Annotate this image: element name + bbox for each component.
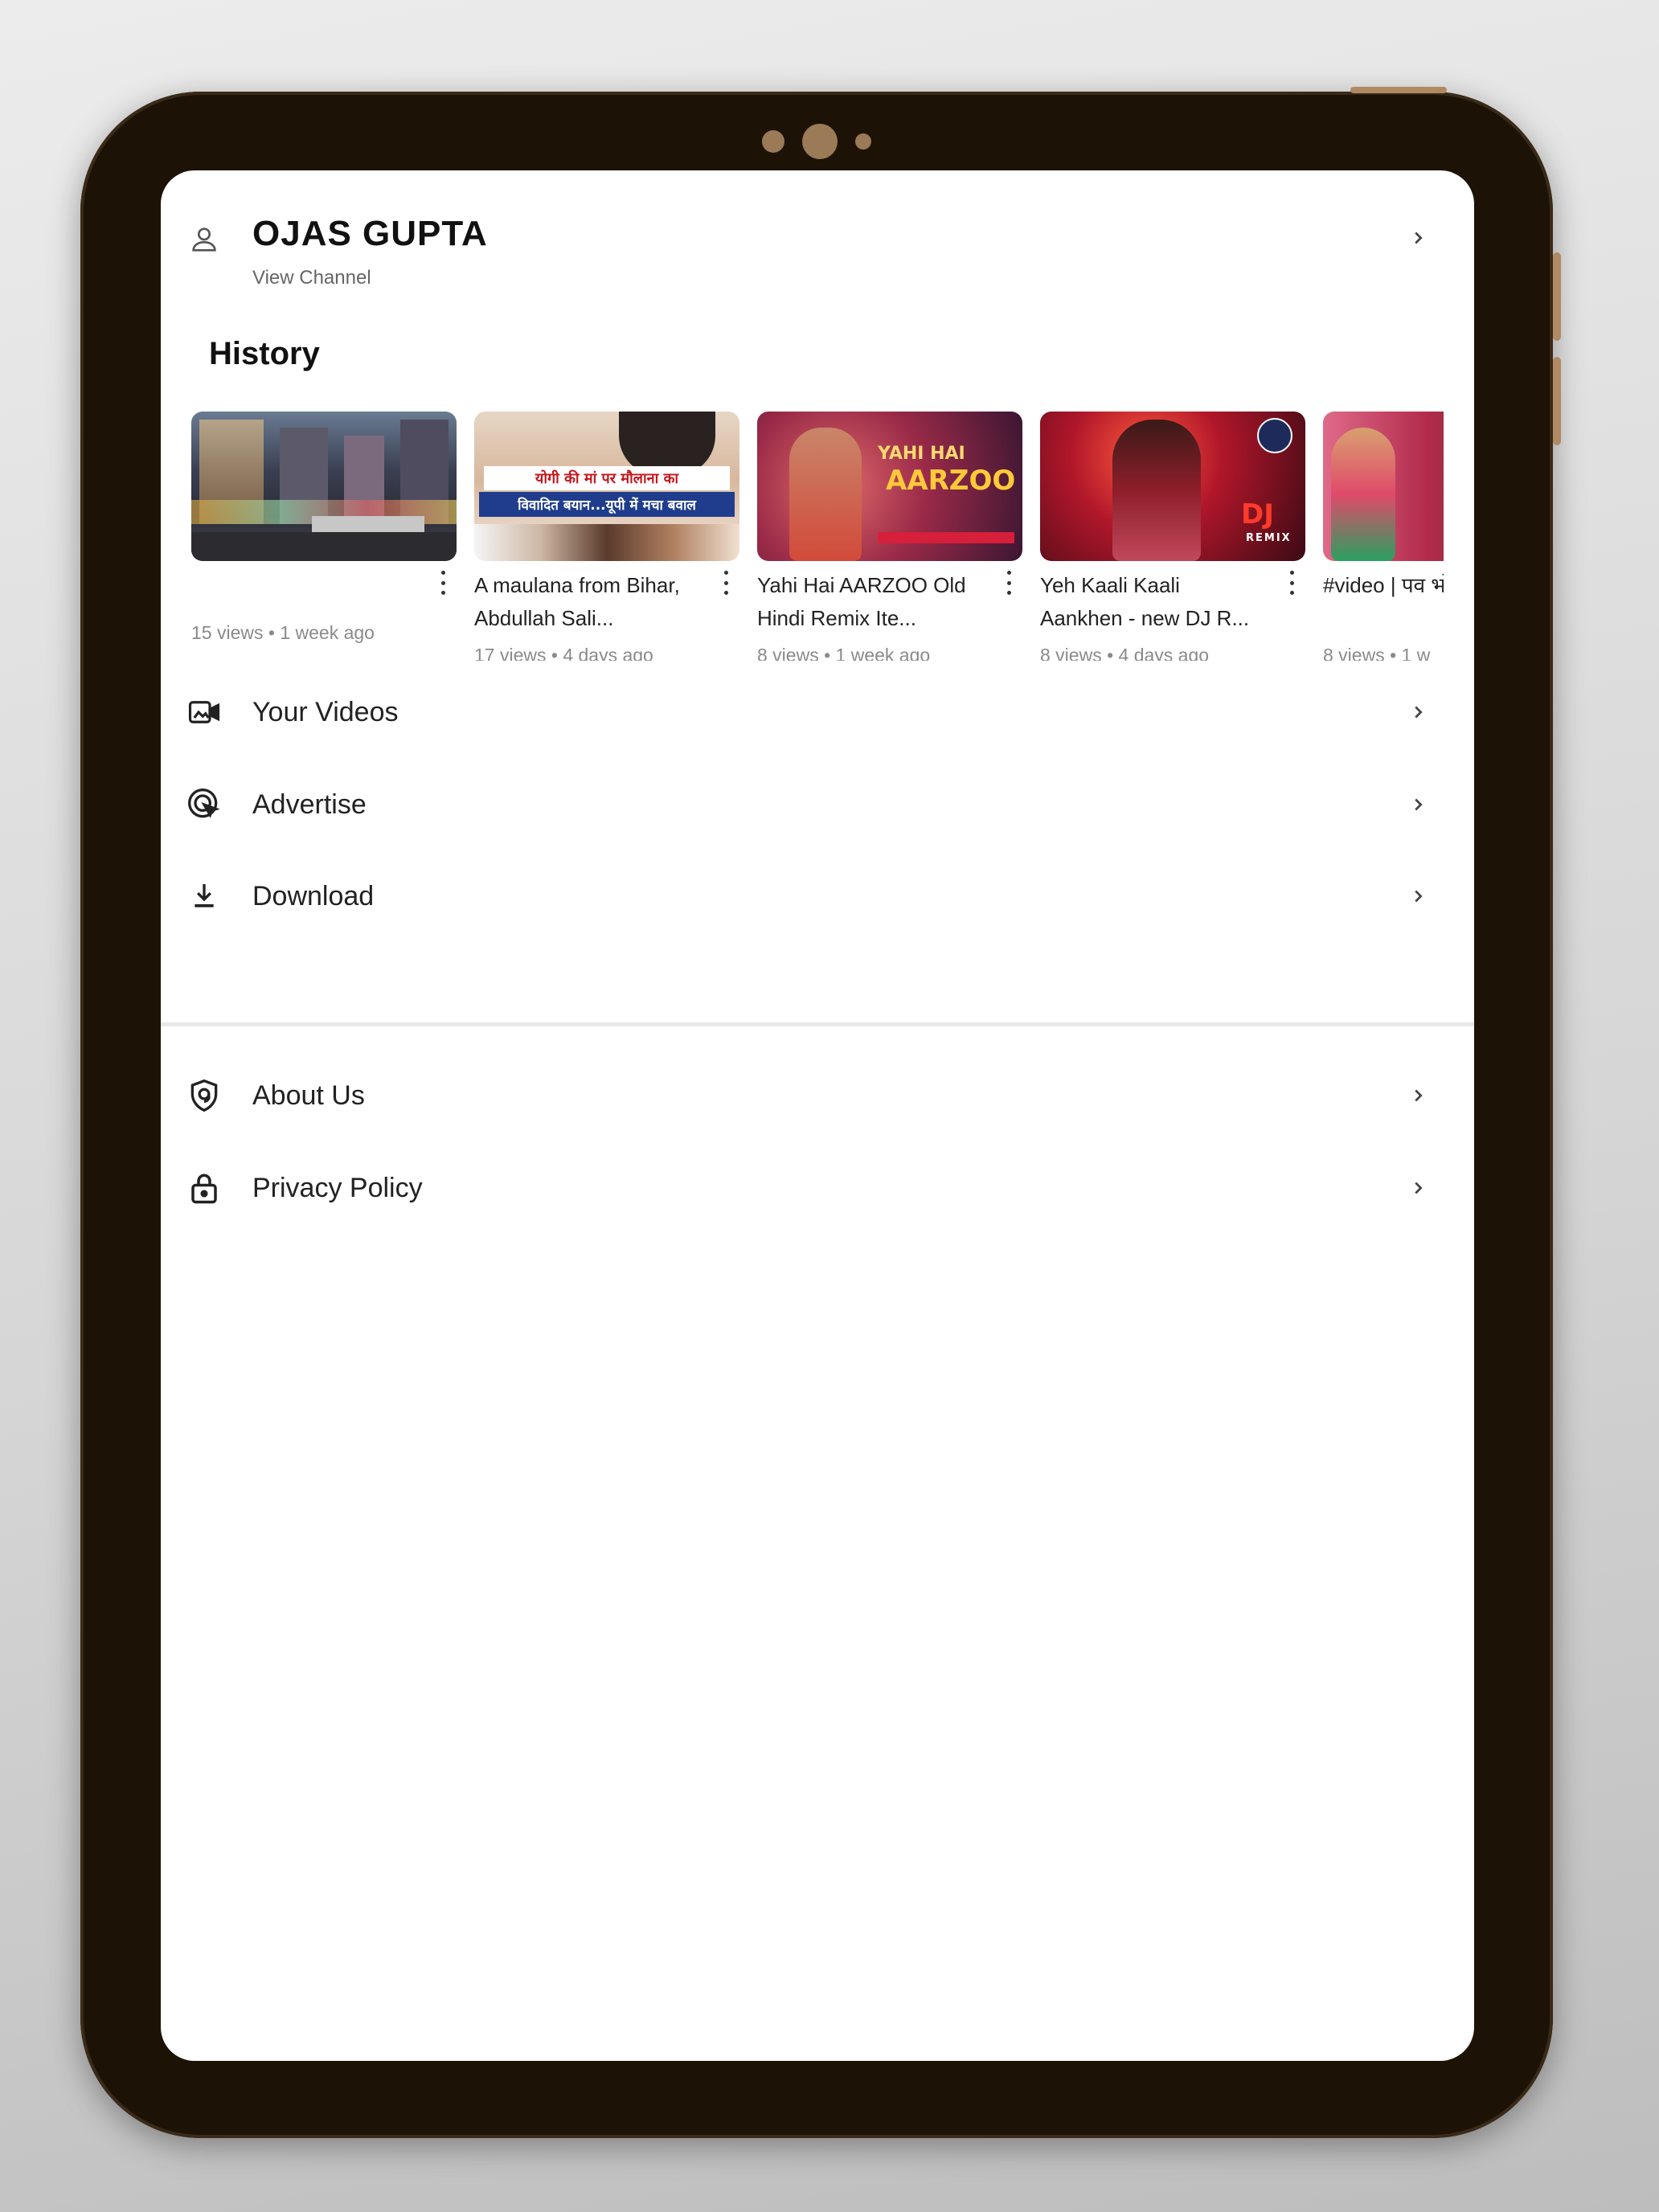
thumb-ground: [191, 532, 457, 561]
history-video-card[interactable]: योगी की मां पर मौलाना का विवादित बयान...…: [474, 412, 739, 661]
video-title: A maulana from Bihar, Abdullah Sali...: [474, 573, 680, 630]
more-vertical-icon[interactable]: [1286, 571, 1297, 595]
more-vertical-icon[interactable]: [1003, 571, 1014, 595]
chevron-right-icon: [1402, 880, 1434, 912]
video-meta: 17 views • 4 days ago: [474, 645, 653, 661]
menu-item-about-us[interactable]: About Us: [161, 1055, 1474, 1136]
video-thumbnail[interactable]: YAHI HAI AARZOO: [757, 412, 1022, 561]
power-button: [1553, 252, 1561, 341]
thumb-caption-2: विवादित बयान...यूपी में मचा बवाल: [479, 492, 735, 517]
download-icon: [185, 877, 223, 916]
shield-icon: [185, 1076, 223, 1115]
thumb-figure: [789, 428, 862, 561]
thumb-bridge: [312, 516, 424, 534]
video-thumbnail[interactable]: DJ REMIX: [1040, 412, 1305, 561]
video-thumbnail[interactable]: [1323, 412, 1444, 561]
menu-item-label: About Us: [252, 1079, 365, 1111]
screen: OJAS GUPTA View Channel History 15 views…: [161, 170, 1474, 2061]
thumb-caption-2: REMIX: [1246, 532, 1292, 544]
sensor-dot: [855, 133, 871, 150]
sensor-dot: [762, 130, 784, 153]
video-thumbnail[interactable]: योगी की मां पर मौलाना का विवादित बयान...…: [474, 412, 739, 561]
profile-name: OJAS GUPTA: [252, 214, 488, 253]
thumb-figure: [1331, 428, 1395, 561]
history-title: History: [209, 336, 320, 371]
camera-lens: [802, 124, 838, 159]
menu-item-privacy-policy[interactable]: Privacy Policy: [161, 1148, 1474, 1228]
chevron-right-icon: [1402, 696, 1434, 728]
history-video-card[interactable]: #video | पव भोजपुरी का स 8 views • 1 w: [1323, 412, 1444, 661]
history-video-card[interactable]: DJ REMIX Yeh Kaali Kaali Aankhen - new D…: [1040, 412, 1305, 661]
menu-item-label: Privacy Policy: [252, 1172, 423, 1203]
video-meta: 8 views • 1 w: [1323, 645, 1431, 661]
profile-row[interactable]: OJAS GUPTA View Channel: [161, 186, 1474, 291]
section-divider: [161, 1022, 1474, 1026]
more-vertical-icon[interactable]: [720, 571, 731, 595]
video-title: Yeh Kaali Kaali Aankhen - new DJ R...: [1040, 573, 1250, 630]
view-channel-link[interactable]: View Channel: [252, 267, 371, 289]
thumb-caption-2: AARZOO: [886, 465, 1016, 497]
chevron-right-icon: [1402, 1172, 1434, 1204]
video-camera-icon: [185, 693, 223, 731]
thumb-strip: [878, 532, 1014, 543]
menu-item-advertise[interactable]: Advertise: [161, 764, 1474, 845]
menu-item-your-videos[interactable]: Your Videos: [161, 672, 1474, 752]
video-meta: 15 views • 1 week ago: [191, 622, 375, 643]
video-title: #video | पव भोजपुरी का स: [1323, 573, 1444, 597]
chevron-right-icon: [1402, 222, 1434, 254]
menu-item-label: Your Videos: [252, 696, 399, 727]
menu-item-label: Download: [252, 880, 375, 911]
thumb-caption-1: DJ: [1241, 498, 1274, 530]
thumb-logo: [1257, 418, 1292, 453]
video-title: Yahi Hai AARZOO Old Hindi Remix Ite...: [757, 573, 966, 630]
history-video-card[interactable]: YAHI HAI AARZOO Yahi Hai AARZOO Old Hind…: [757, 412, 1022, 661]
chevron-right-icon: [1402, 789, 1434, 821]
history-carousel[interactable]: 15 views • 1 week ago योगी की मां पर मौल…: [191, 412, 1444, 661]
chevron-right-icon: [1402, 1079, 1434, 1112]
top-button: [1350, 87, 1447, 93]
camera-array: [762, 124, 871, 159]
video-thumbnail[interactable]: [191, 412, 457, 561]
advertise-icon: [185, 785, 223, 824]
menu-item-download[interactable]: Download: [161, 856, 1474, 936]
video-meta: 8 views • 4 days ago: [1040, 645, 1210, 661]
thumb-faces: [474, 524, 739, 561]
more-vertical-icon[interactable]: [437, 571, 449, 595]
menu-item-label: Advertise: [252, 789, 367, 820]
lock-icon: [185, 1169, 223, 1207]
volume-button: [1553, 357, 1561, 445]
thumb-caption-1: योगी की मां पर मौलाना का: [484, 466, 730, 490]
history-video-card[interactable]: 15 views • 1 week ago: [191, 412, 457, 661]
tablet-frame: OJAS GUPTA View Channel History 15 views…: [80, 87, 1561, 2138]
video-meta: 8 views • 1 week ago: [757, 645, 931, 661]
thumb-caption-1: YAHI HAI: [878, 444, 965, 464]
person-icon: [185, 220, 223, 259]
thumb-figure: [1112, 420, 1201, 561]
